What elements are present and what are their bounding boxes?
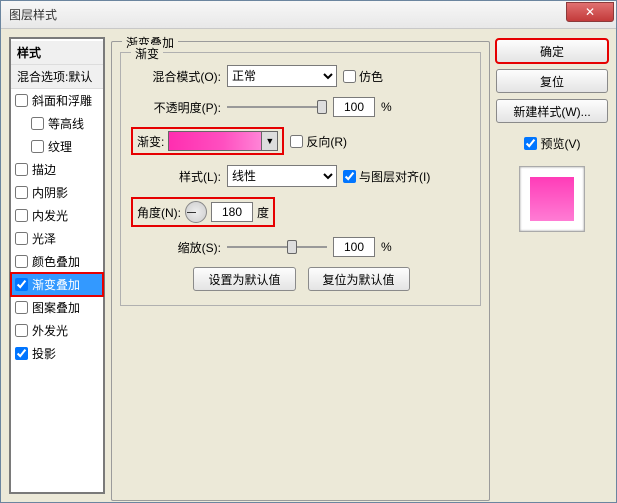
opacity-input[interactable]	[333, 97, 375, 117]
style-gradient-overlay-checkbox[interactable]	[15, 278, 28, 291]
gradient-label: 渐变:	[137, 133, 164, 150]
angle-dial[interactable]	[185, 201, 207, 223]
inner-title: 渐变	[131, 45, 163, 62]
preview-swatch	[530, 177, 574, 221]
style-satin[interactable]: 光泽	[11, 227, 103, 250]
style-pattern-overlay[interactable]: 图案叠加	[11, 296, 103, 319]
scale-slider[interactable]	[227, 238, 327, 256]
style-inner-glow-checkbox[interactable]	[15, 209, 28, 222]
blend-mode-select[interactable]: 正常	[227, 65, 337, 87]
style-stroke[interactable]: 描边	[11, 158, 103, 181]
preview-toggle-row: 预览(V)	[496, 135, 608, 152]
style-gradient-overlay[interactable]: 渐变叠加	[11, 273, 103, 296]
scale-input[interactable]	[333, 237, 375, 257]
titlebar: 图层样式 ✕	[1, 1, 616, 29]
opacity-slider[interactable]	[227, 98, 327, 116]
dither-checkbox-wrap[interactable]: 仿色	[343, 68, 383, 85]
opacity-label: 不透明度(P):	[131, 99, 221, 116]
style-outer-glow[interactable]: 外发光	[11, 319, 103, 342]
preview-box	[519, 166, 585, 232]
style-contour-checkbox[interactable]	[31, 117, 44, 130]
right-panel: 确定 复位 新建样式(W)... 预览(V)	[496, 37, 608, 494]
gradient-picker[interactable]: ▼	[168, 131, 278, 151]
style-outer-glow-checkbox[interactable]	[15, 324, 28, 337]
gradient-inner-group: 渐变 混合模式(O): 正常 仿色 不透明度(P): %	[120, 52, 481, 306]
gradient-overlay-group: 渐变叠加 渐变 混合模式(O): 正常 仿色 不透明度(P): %	[111, 41, 490, 501]
ok-button[interactable]: 确定	[496, 39, 608, 63]
scale-label: 缩放(S):	[131, 239, 221, 256]
gradient-row: 渐变: ▼ 反向(R)	[131, 127, 472, 155]
style-texture-checkbox[interactable]	[31, 140, 44, 153]
blend-options-item[interactable]: 混合选项:默认	[11, 65, 103, 89]
opacity-row: 不透明度(P): %	[131, 97, 472, 117]
close-button[interactable]: ✕	[566, 2, 614, 22]
angle-input[interactable]	[211, 202, 253, 222]
style-bevel[interactable]: 斜面和浮雕	[11, 89, 103, 112]
reset-default-button[interactable]: 复位为默认值	[308, 267, 410, 291]
gradient-highlight: 渐变: ▼	[131, 127, 284, 155]
style-color-overlay-checkbox[interactable]	[15, 255, 28, 268]
reverse-checkbox[interactable]	[290, 135, 303, 148]
style-inner-shadow[interactable]: 内阴影	[11, 181, 103, 204]
style-inner-shadow-checkbox[interactable]	[15, 186, 28, 199]
align-checkbox[interactable]	[343, 170, 356, 183]
blend-mode-label: 混合模式(O):	[131, 68, 221, 85]
style-drop-shadow-checkbox[interactable]	[15, 347, 28, 360]
preview-checkbox[interactable]	[524, 137, 537, 150]
scale-row: 缩放(S): %	[131, 237, 472, 257]
style-contour[interactable]: 等高线	[11, 112, 103, 135]
default-buttons-row: 设置为默认值 复位为默认值	[131, 267, 472, 291]
settings-panel: 渐变叠加 渐变 混合模式(O): 正常 仿色 不透明度(P): %	[111, 37, 490, 494]
style-texture[interactable]: 纹理	[11, 135, 103, 158]
angle-row: 角度(N): 度	[131, 197, 472, 227]
angle-label: 角度(N):	[137, 204, 181, 221]
gradient-style-label: 样式(L):	[131, 168, 221, 185]
preview-label: 预览(V)	[541, 135, 581, 152]
cancel-button[interactable]: 复位	[496, 69, 608, 93]
dither-checkbox[interactable]	[343, 70, 356, 83]
gradient-style-select[interactable]: 线性	[227, 165, 337, 187]
style-color-overlay[interactable]: 颜色叠加	[11, 250, 103, 273]
style-row: 样式(L): 线性 与图层对齐(I)	[131, 165, 472, 187]
new-style-button[interactable]: 新建样式(W)...	[496, 99, 608, 123]
style-bevel-checkbox[interactable]	[15, 94, 28, 107]
style-inner-glow[interactable]: 内发光	[11, 204, 103, 227]
style-stroke-checkbox[interactable]	[15, 163, 28, 176]
styles-header[interactable]: 样式	[11, 41, 103, 65]
blend-mode-row: 混合模式(O): 正常 仿色	[131, 65, 472, 87]
style-pattern-overlay-checkbox[interactable]	[15, 301, 28, 314]
make-default-button[interactable]: 设置为默认值	[193, 267, 295, 291]
angle-highlight: 角度(N): 度	[131, 197, 275, 227]
style-drop-shadow[interactable]: 投影	[11, 342, 103, 365]
dialog-content: 样式 混合选项:默认 斜面和浮雕 等高线 纹理 描边 内阴影 内发光 光泽 颜色…	[1, 29, 616, 502]
style-satin-checkbox[interactable]	[15, 232, 28, 245]
layer-style-dialog: 图层样式 ✕ 样式 混合选项:默认 斜面和浮雕 等高线 纹理 描边 内阴影 内发…	[0, 0, 617, 503]
window-title: 图层样式	[9, 6, 57, 23]
styles-list: 样式 混合选项:默认 斜面和浮雕 等高线 纹理 描边 内阴影 内发光 光泽 颜色…	[9, 37, 105, 494]
reverse-checkbox-wrap[interactable]: 反向(R)	[290, 133, 347, 150]
gradient-dropdown-icon[interactable]: ▼	[261, 132, 277, 150]
align-checkbox-wrap[interactable]: 与图层对齐(I)	[343, 168, 430, 185]
